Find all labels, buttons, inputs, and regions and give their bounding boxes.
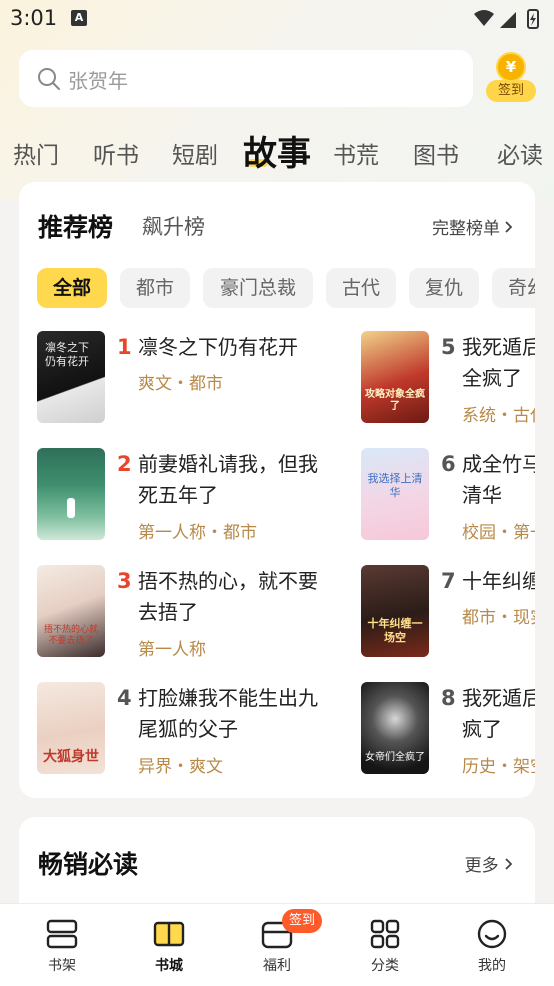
book-cover: 我选择上清华 [361,448,429,540]
nav-bookshelf[interactable]: 书架 [22,904,102,986]
nav-profile[interactable]: 我的 [452,904,532,986]
book-tags: 异界・爽文 [138,757,223,777]
checkin-label: 签到 [486,80,536,102]
rank-number: 2 [117,452,132,476]
book-cover: 攻略对象全疯了 [361,331,429,423]
chip-ancient[interactable]: 古代 [326,268,396,308]
book-title: 打脸嫌我不能生出九尾狐的父子 [138,686,318,741]
nav-welfare-label: 福利 [263,958,291,974]
open-book-icon [153,921,185,947]
book-tags: 系统・古代 [462,406,535,426]
book-tags: 第一人称・都市 [138,523,257,543]
rank-number: 4 [117,686,132,710]
bookshelf-icon [46,919,78,949]
nav-category-label: 分类 [371,958,399,974]
book-cover: 大狐身世 [37,682,105,774]
more-label: 更多 [464,856,499,876]
more-link[interactable]: 更多 [465,851,513,876]
chip-revenge[interactable]: 复仇 [409,268,479,308]
nav-bookshelf-label: 书架 [48,958,76,974]
rank-number: 3 [117,569,132,593]
book-title: 十年纠缠一场空 [462,569,535,593]
book-tags: 都市・现实 [462,608,535,628]
book-title: 凛冬之下仍有花开 [138,335,298,359]
book-cover: 捂不热的心就不要去捂了 [37,565,105,657]
rising-ranking-tab[interactable]: 飙升榜 [142,211,205,241]
book-cover: 女帝们全疯了 [361,682,429,774]
notification-icon: A [71,10,87,26]
full-list-link[interactable]: 完整榜单 [432,214,513,239]
ranking-card: 推荐榜 飙升榜 完整榜单 全部 都市 豪门总裁 古代 复仇 奇幻 凛冬之下仍有花… [19,182,535,798]
nav-profile-label: 我的 [478,958,506,974]
book-cover [37,448,105,540]
ranking-book-item[interactable]: 凛冬之下仍有花开 1 凛冬之下仍有花开 爽文・都市 [37,331,337,426]
rank-number: 1 [117,335,132,359]
book-title: 我死遁后，攻略对象全疯了 [462,335,535,390]
grid-icon [370,919,400,949]
ranking-book-item[interactable]: 我选择上清华 6 成全竹马，我选择上清华 校园・第一人称 [361,448,535,543]
smile-face-icon [477,919,507,949]
ranking-book-item[interactable]: 攻略对象全疯了 5 我死遁后，攻略对象全疯了 系统・古代 [361,331,535,426]
rank-number: 6 [441,452,456,476]
book-cover: 十年纠缠一场空 [361,565,429,657]
bestseller-title: 畅销必读 [38,850,139,879]
book-tags: 爽文・都市 [138,374,223,394]
wifi-signal-battery-icon [474,9,539,29]
book-tags: 历史・架空 [462,757,535,777]
tab-hot[interactable]: 热门 [13,136,59,170]
book-title: 捂不热的心，就不要去捂了 [138,569,318,624]
coin-icon: ¥ [496,52,526,82]
tab-book-shortage[interactable]: 书荒 [333,136,379,170]
cover-text: 我选择上清华 [367,472,423,499]
chip-urban[interactable]: 都市 [120,268,190,308]
rank-number: 7 [441,569,456,593]
bottom-navigation: 书架 书城 签到 福利 分类 我的 [0,903,554,986]
cover-text: 攻略对象全疯了 [365,389,425,412]
status-bar: 3:01 A [0,0,554,40]
book-title: 成全竹马，我选择上清华 [462,452,535,507]
book-title: 前妻婚礼请我，但我死五年了 [138,452,318,507]
genre-filter: 全部 都市 豪门总裁 古代 复仇 奇幻 [37,268,535,308]
rank-number: 5 [441,335,456,359]
search-placeholder: 张贺年 [68,69,128,93]
book-cover: 凛冬之下仍有花开 [37,331,105,423]
ranking-book-item[interactable]: 十年纠缠一场空 7 十年纠缠一场空 都市・现实 [361,565,535,660]
chip-fantasy[interactable]: 奇幻 [492,268,535,308]
tab-must-read[interactable]: 必读 [497,136,543,170]
book-title: 我死遁后，公主们全疯了 [462,686,535,741]
tab-audiobook[interactable]: 听书 [93,136,139,170]
cover-text: 大狐身世 [43,749,99,765]
nav-category[interactable]: 分类 [345,904,425,986]
ranking-book-item[interactable]: 2 前妻婚礼请我，但我死五年了 第一人称・都市 [37,448,337,543]
cover-text: 十年纠缠一场空 [367,617,423,644]
nav-bookstore-label: 书城 [155,958,183,974]
cover-text: 女帝们全疯了 [365,752,425,763]
chip-all[interactable]: 全部 [37,268,107,308]
search-icon [38,68,60,90]
full-list-label: 完整榜单 [432,219,500,239]
search-bar[interactable]: 张贺年 [19,50,473,107]
book-tags: 校园・第一人称 [462,523,535,543]
book-tags: 第一人称 [138,640,206,660]
nav-bookstore[interactable]: 书城 [129,904,209,986]
tab-short-drama[interactable]: 短剧 [172,136,218,170]
ranking-book-item[interactable]: 女帝们全疯了 8 我死遁后，公主们全疯了 历史・架空 [361,682,535,777]
chevron-right-icon [505,221,513,233]
rank-number: 8 [441,686,456,710]
ranking-book-item[interactable]: 捂不热的心就不要去捂了 3 捂不热的心，就不要去捂了 第一人称 [37,565,337,660]
cover-figure [67,498,75,518]
category-tabs: 热门 听书 短剧 故事 书荒 图书 必读 [0,126,554,176]
checkin-badge: 签到 [282,909,323,933]
cover-text: 凛冬之下仍有花开 [45,341,89,368]
chip-ceo-romance[interactable]: 豪门总裁 [203,268,313,308]
checkin-button[interactable]: ¥ 签到 [486,52,536,106]
nav-welfare[interactable]: 签到 福利 [237,904,323,986]
chevron-right-icon [505,858,513,870]
status-time: 3:01 [10,6,58,30]
tab-story[interactable]: 故事 [243,126,311,175]
ranking-book-item[interactable]: 大狐身世 4 打脸嫌我不能生出九尾狐的父子 异界・爽文 [37,682,337,777]
cover-text: 捂不热的心就不要去捂了 [43,625,98,646]
tab-books[interactable]: 图书 [413,136,459,170]
ranking-title[interactable]: 推荐榜 [38,208,113,244]
